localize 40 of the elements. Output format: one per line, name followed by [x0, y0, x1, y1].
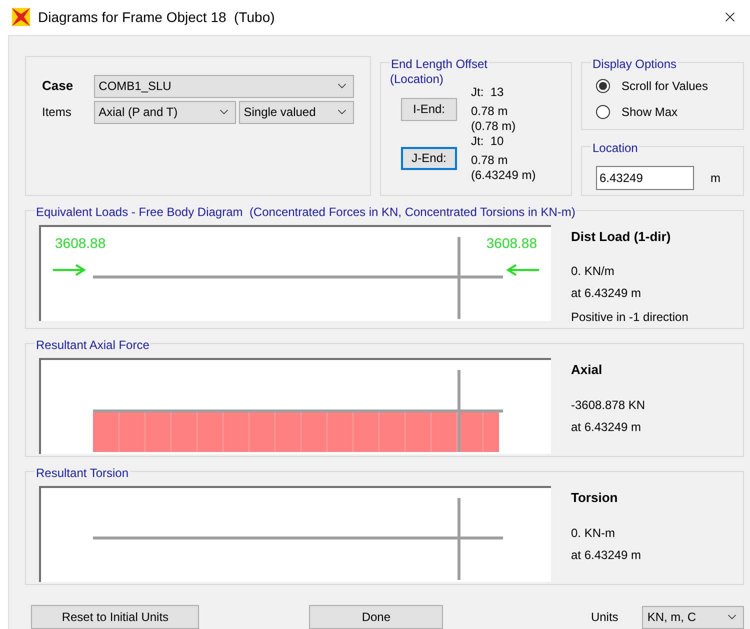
result-value: at 6.43249 m	[571, 546, 642, 564]
offset-value: 0.78 m	[471, 104, 509, 118]
radio-option[interactable]: Show Max	[596, 102, 743, 120]
group-subtitle: (Location)	[390, 70, 444, 88]
force-value: 3608.88	[486, 234, 537, 252]
result-value: 0. KN/m	[571, 263, 616, 280]
location-value: (6.43249 m)	[471, 168, 536, 182]
items-dropdown[interactable]: Axial (P and T)	[94, 100, 236, 124]
result-value: at 6.43249 m	[571, 285, 642, 302]
result-value: at 6.43249 m	[571, 418, 642, 436]
joint-label: Jt: 13	[471, 84, 505, 100]
direction-note: Positive in -1 direction	[571, 309, 688, 326]
location-value: (0.78 m)	[471, 118, 516, 134]
force-value: 3608.88	[55, 234, 106, 252]
reset-units-button[interactable]: Reset to Initial Units	[31, 605, 200, 629]
items-label: Items	[42, 104, 72, 121]
offset-value: 0.78 m	[471, 152, 509, 168]
result-value: 0. KN-m	[571, 524, 616, 542]
result-heading: Torsion	[571, 489, 619, 507]
end-button[interactable]: J-End:	[401, 146, 457, 170]
result-heading: Dist Load (1-dir)	[571, 228, 672, 246]
window-title: Diagrams for Frame Object 18 (Tubo)	[38, 8, 276, 27]
unit-label: m	[710, 170, 720, 186]
result-value: -3608.878 KN	[571, 396, 646, 414]
value-mode-dropdown[interactable]: Single valued	[238, 100, 354, 124]
left-arrow-icon	[506, 264, 539, 276]
radio-button[interactable]	[596, 78, 610, 92]
case-dropdown[interactable]: COMB1_SLU	[94, 74, 354, 98]
done-button[interactable]: Done	[309, 605, 443, 629]
case-label: Case	[42, 77, 74, 96]
location-field[interactable]: 6.43249	[596, 166, 694, 190]
end-button[interactable]: I-End:	[401, 98, 457, 120]
radio-button[interactable]	[596, 104, 610, 118]
joint-label: Jt: 10	[471, 134, 505, 148]
units-dropdown[interactable]: KN, m, C	[642, 606, 744, 628]
result-heading: Axial	[571, 361, 604, 379]
app-logo-icon	[12, 8, 30, 26]
right-arrow-icon	[53, 264, 86, 276]
units-label: Units	[590, 609, 618, 626]
radio-option[interactable]: Scroll for Values	[596, 76, 743, 94]
